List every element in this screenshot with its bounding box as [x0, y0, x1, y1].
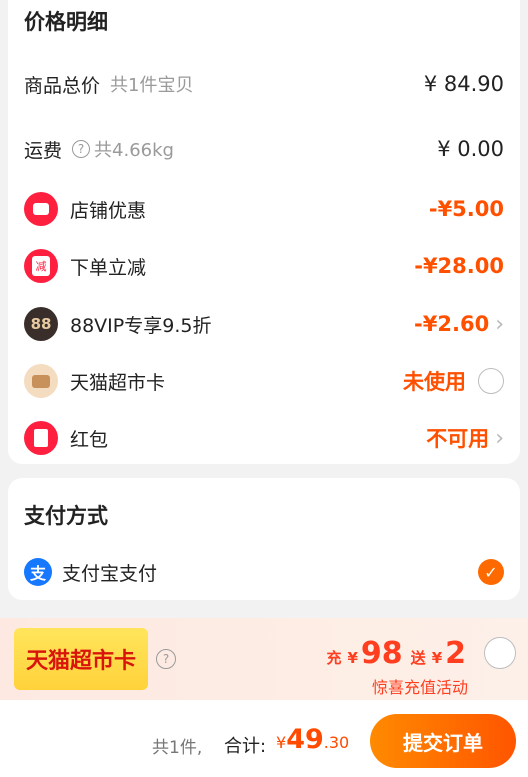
shipping-value: ¥ 0.00 [437, 137, 504, 161]
tmall-card-row[interactable]: 天猫超市卡 未使用 [24, 359, 504, 403]
check-icon[interactable]: ✓ [478, 559, 504, 585]
88vip-icon: 88 [24, 307, 58, 341]
checkout-footer: 共1件, 合计: ¥ 49 .30 提交订单 [0, 700, 528, 777]
reduce-icon: 减 [24, 249, 58, 283]
vip-discount-value: -¥2.60 [414, 312, 490, 336]
recharge-amount: 98 [360, 636, 403, 671]
shop-discount-value: -¥5.00 [428, 197, 504, 221]
goods-total-row: 商品总价 共1件宝贝 ¥ 84.90 [24, 62, 504, 106]
tmall-card-value: 未使用 [403, 370, 466, 394]
goods-total-count: 共1件宝贝 [110, 75, 194, 96]
recharge-offer: 充 ¥ 98 送 ¥ 2 [323, 636, 466, 671]
order-reduction-value: -¥28.00 [414, 254, 504, 278]
price-detail-title: 价格明细 [24, 10, 108, 34]
red-packet-value: 不可用 [426, 427, 490, 451]
question-icon[interactable]: ? [72, 140, 91, 158]
gift-amount: 2 [445, 636, 466, 671]
currency-symbol: ¥ [347, 649, 358, 667]
vip-discount-row[interactable]: 88 88VIP专享9.5折 -¥2.60 › [24, 302, 504, 346]
chevron-right-icon: › [495, 311, 504, 337]
shop-discount-row[interactable]: 店铺优惠 -¥5.00 [24, 187, 504, 231]
submit-order-button[interactable]: 提交订单 [370, 714, 516, 768]
payment-title: 支付方式 [24, 504, 108, 528]
total-amount: ¥ 49 .30 [276, 724, 349, 755]
order-reduction-label: 下单立减 [70, 256, 147, 279]
question-icon[interactable]: ? [156, 649, 176, 669]
tmall-card-radio[interactable] [478, 368, 504, 394]
total-label: 合计: [224, 736, 267, 757]
total-decimal: .30 [323, 733, 350, 752]
ticket-icon [24, 192, 58, 226]
tmall-card-label: 天猫超市卡 [70, 371, 166, 394]
promo-note: 惊喜充值活动 [371, 678, 468, 697]
total-integer: 49 [286, 724, 324, 755]
tmall-card-value-wrap: 未使用 [403, 366, 504, 396]
currency-symbol: ¥ [276, 733, 287, 752]
shipping-weight: 共4.66kg [94, 140, 174, 161]
chevron-right-icon: › [495, 425, 504, 451]
red-packet-label: 红包 [70, 428, 109, 451]
goods-total-label: 商品总价 [24, 74, 101, 97]
shipping-label: 运费 [24, 139, 63, 162]
reduce-icon-glyph: 减 [32, 256, 50, 276]
red-packet-icon [24, 421, 58, 455]
alipay-icon: 支 [24, 558, 52, 586]
red-packet-value-wrap: 不可用 › [426, 423, 504, 453]
goods-total-value: ¥ 84.90 [423, 72, 504, 96]
item-count: 共1件, [152, 738, 203, 758]
red-packet-row[interactable]: 红包 不可用 › [24, 416, 504, 460]
alipay-label: 支付宝支付 [62, 562, 158, 585]
gift-prefix: 送 [410, 649, 426, 667]
currency-symbol: ¥ [431, 649, 443, 667]
tmall-card-badge: 天猫超市卡 [14, 628, 148, 690]
vip-discount-value-wrap: -¥2.60 › [414, 312, 504, 337]
price-detail-card: 价格明细 商品总价 共1件宝贝 ¥ 84.90 运费 ? 共4.66kg ¥ 0… [8, 0, 520, 464]
card-icon [24, 364, 58, 398]
shipping-row: 运费 ? 共4.66kg ¥ 0.00 [24, 127, 504, 171]
recharge-promo-banner: 天猫超市卡 ? 充 ¥ 98 送 ¥ 2 惊喜充值活动 [0, 618, 528, 700]
vip-discount-label: 88VIP专享9.5折 [70, 314, 212, 337]
alipay-option[interactable]: 支 支付宝支付 ✓ [24, 550, 504, 594]
order-reduction-row[interactable]: 减 下单立减 -¥28.00 [24, 244, 504, 288]
shop-discount-label: 店铺优惠 [70, 199, 147, 222]
recharge-prefix: 充 [326, 649, 342, 667]
promo-radio[interactable] [484, 637, 516, 669]
payment-card: 支付方式 支 支付宝支付 ✓ [8, 478, 520, 600]
